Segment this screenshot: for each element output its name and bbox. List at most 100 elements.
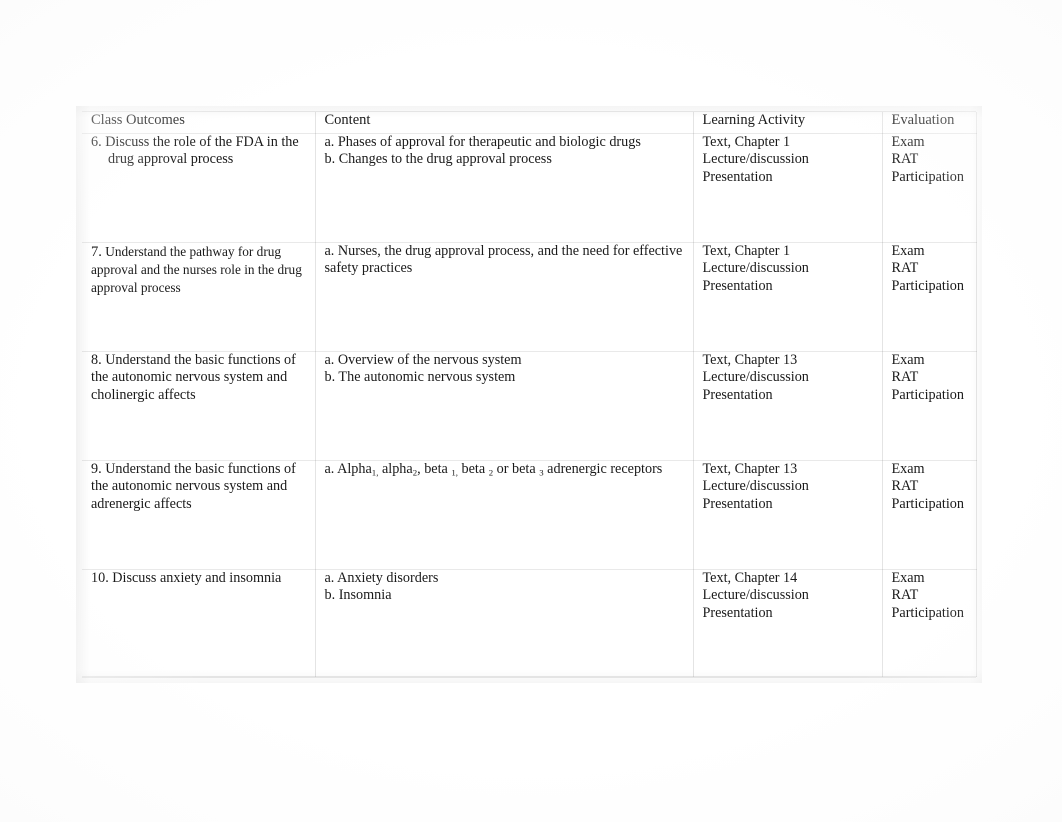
learning-activity-item: Presentation <box>702 495 773 512</box>
table-bottom-rule <box>82 677 976 678</box>
content-item: a. Overview of the nervous system <box>324 352 522 368</box>
learning-activity-item: Presentation <box>702 386 773 403</box>
table-row: 8. Understand the basic functions of the… <box>82 351 977 461</box>
outcome-number: 7. <box>91 244 102 260</box>
column-header-class-outcomes: Class Outcomes <box>82 112 316 134</box>
outcome-number: 8. <box>91 352 102 368</box>
learning-activity-item: Lecture/discussion <box>702 369 809 386</box>
learning-activity-cell: Text, Chapter 13 Lecture/discussion Pres… <box>693 460 883 570</box>
table-row: 10. Discuss anxiety and insomnia a. Anxi… <box>82 569 977 677</box>
evaluation-cell: Exam RAT Participation <box>882 351 977 461</box>
column-header-learning-activity: Learning Activity <box>693 112 883 134</box>
table-row: 9. Understand the basic functions of the… <box>82 460 977 570</box>
evaluation-cell: Exam RAT Participation <box>882 569 977 677</box>
learning-activity-item: Text, Chapter 14 <box>702 570 798 586</box>
table-body: 6. Discuss the role of the FDA in the dr… <box>82 133 977 677</box>
outcome-cell: 6. Discuss the role of the FDA in the dr… <box>82 133 316 243</box>
learning-activity-list: Text, Chapter 13 Lecture/discussion Pres… <box>703 352 874 404</box>
evaluation-cell: Exam RAT Participation <box>882 133 977 243</box>
content-list: a. Nurses, the drug approval process, an… <box>325 243 685 278</box>
content-item-segments: Alpha1, alpha2, beta 1, beta 2 or beta 3… <box>337 461 663 478</box>
learning-activity-item: Text, Chapter 1 <box>702 134 791 150</box>
learning-activity-list: Text, Chapter 1 Lecture/discussion Prese… <box>703 243 874 295</box>
outcome-number: 6. <box>91 134 102 150</box>
outcome-text: 8. Understand the basic functions of the… <box>91 352 307 404</box>
outcome-text: 9. Understand the basic functions of the… <box>91 461 307 513</box>
learning-activity-item: Presentation <box>702 277 773 294</box>
evaluation-list: Exam RAT Participation <box>892 134 968 186</box>
evaluation-list: Exam RAT Participation <box>892 570 968 622</box>
outcome-line-2: drug approval process <box>108 151 234 168</box>
learning-activity-item: Lecture/discussion <box>702 151 809 168</box>
outcome-cell: 8. Understand the basic functions of the… <box>82 351 316 461</box>
outcome-text: 7. Understand the pathway for drug appro… <box>91 243 307 296</box>
learning-activity-item: Presentation <box>702 604 773 621</box>
column-header-evaluation: Evaluation <box>882 112 977 134</box>
learning-activity-list: Text, Chapter 1 Lecture/discussion Prese… <box>703 134 874 186</box>
content-list: a. Phases of approval for therapeutic an… <box>325 134 685 169</box>
evaluation-item: RAT <box>891 369 919 386</box>
learning-activity-item: Lecture/discussion <box>702 587 809 604</box>
outcome-cell: 10. Discuss anxiety and insomnia <box>82 569 316 677</box>
table-row: 6. Discuss the role of the FDA in the dr… <box>82 133 977 243</box>
evaluation-item: Exam <box>891 461 925 477</box>
evaluation-item: Exam <box>891 134 925 150</box>
learning-activity-item: Presentation <box>702 168 773 185</box>
evaluation-item: RAT <box>891 587 919 604</box>
content-cell: a. Overview of the nervous system b. The… <box>315 351 694 461</box>
content-item-marker: a. <box>324 461 338 477</box>
learning-activity-cell: Text, Chapter 14 Lecture/discussion Pres… <box>693 569 883 677</box>
class-outcomes-table: Class Outcomes Content Learning Activity… <box>82 112 977 677</box>
table-header: Class Outcomes Content Learning Activity… <box>82 112 977 134</box>
outcome-number: 9. <box>91 461 102 477</box>
content-item: a. Nurses, the drug approval process, an… <box>324 243 683 277</box>
content-list: a. Alpha1, alpha2, beta 1, beta 2 or bet… <box>325 461 685 478</box>
evaluation-cell: Exam RAT Participation <box>882 242 977 352</box>
content-item: b. The autonomic nervous system <box>324 369 516 386</box>
evaluation-list: Exam RAT Participation <box>892 243 968 295</box>
table-row: 7. Understand the pathway for drug appro… <box>82 242 977 352</box>
outcome-cell: 9. Understand the basic functions of the… <box>82 460 316 570</box>
content-list: a. Overview of the nervous system b. The… <box>325 352 685 387</box>
outcome-body: Understand the pathway for drug approval… <box>91 244 302 295</box>
learning-activity-cell: Text, Chapter 13 Lecture/discussion Pres… <box>693 351 883 461</box>
learning-activity-item: Lecture/discussion <box>702 260 809 277</box>
content-cell: a. Phases of approval for therapeutic an… <box>315 133 694 243</box>
table-top-rule <box>82 111 976 112</box>
column-header-content: Content <box>315 112 694 134</box>
outcome-body: Understand the basic functions of the au… <box>91 352 296 403</box>
evaluation-item: Participation <box>891 277 965 294</box>
learning-activity-item: Text, Chapter 13 <box>702 352 798 368</box>
content-item: b. Changes to the drug approval process <box>324 151 552 168</box>
evaluation-item: Participation <box>891 495 965 512</box>
content-cell: a. Nurses, the drug approval process, an… <box>315 242 694 352</box>
content-item-rich: a. Alpha1, alpha2, beta 1, beta 2 or bet… <box>325 461 685 478</box>
evaluation-item: Exam <box>891 570 925 586</box>
outcome-line-1: Discuss the role of the FDA in the <box>105 134 299 150</box>
learning-activity-cell: Text, Chapter 1 Lecture/discussion Prese… <box>693 242 883 352</box>
outcome-number: 10. <box>91 570 109 586</box>
outcome-text: 6. Discuss the role of the FDA in the dr… <box>91 134 307 169</box>
outcome-body: Understand the basic functions of the au… <box>91 461 296 512</box>
evaluation-item: Exam <box>891 352 925 368</box>
evaluation-list: Exam RAT Participation <box>892 352 968 404</box>
evaluation-item: RAT <box>891 151 919 168</box>
outcome-text: 10. Discuss anxiety and insomnia <box>91 570 307 587</box>
learning-activity-item: Text, Chapter 13 <box>702 461 798 477</box>
learning-activity-item: Lecture/discussion <box>702 478 809 495</box>
content-list: a. Anxiety disorders b. Insomnia <box>325 570 685 605</box>
learning-activity-item: Text, Chapter 1 <box>702 243 791 259</box>
evaluation-list: Exam RAT Participation <box>892 461 968 513</box>
table-header-row: Class Outcomes Content Learning Activity… <box>82 112 977 134</box>
evaluation-item: RAT <box>891 260 919 277</box>
outcome-cell: 7. Understand the pathway for drug appro… <box>82 242 316 352</box>
evaluation-cell: Exam RAT Participation <box>882 460 977 570</box>
outcome-body: Discuss anxiety and insomnia <box>112 570 282 586</box>
evaluation-item: Participation <box>891 386 965 403</box>
content-item: b. Insomnia <box>324 587 392 604</box>
course-outline-sheet: Class Outcomes Content Learning Activity… <box>76 106 982 683</box>
learning-activity-cell: Text, Chapter 1 Lecture/discussion Prese… <box>693 133 883 243</box>
content-item: a. Anxiety disorders <box>324 570 439 586</box>
evaluation-item: Participation <box>891 604 965 621</box>
evaluation-item: RAT <box>891 478 919 495</box>
